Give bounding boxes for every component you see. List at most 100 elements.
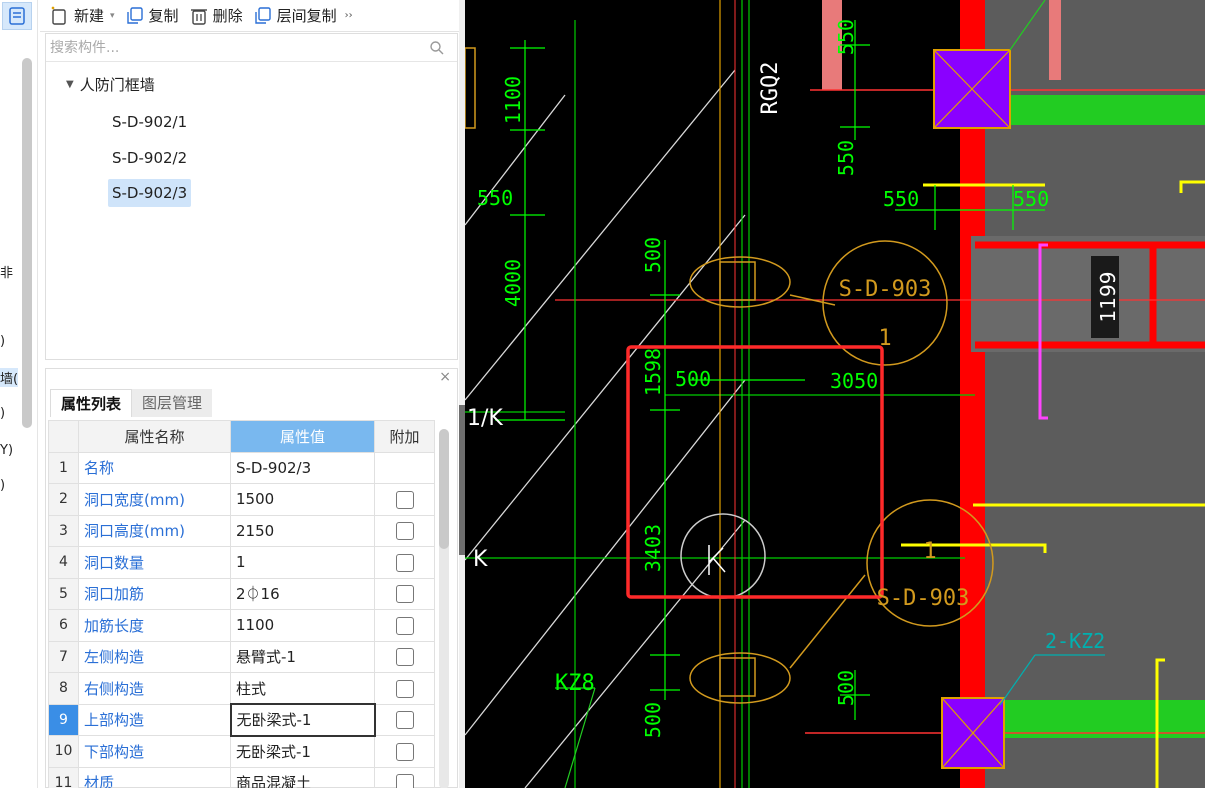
property-value[interactable]: 1500 bbox=[230, 483, 375, 516]
extra-checkbox[interactable] bbox=[395, 774, 414, 788]
property-value[interactable]: 2150 bbox=[230, 514, 375, 547]
property-value[interactable]: 悬臂式-1 bbox=[230, 640, 375, 673]
property-row[interactable]: 9 上部构造 无卧梁式-1 bbox=[48, 703, 435, 737]
nav-fragment-selected[interactable]: 墙( bbox=[0, 368, 19, 387]
delete-button-label: 删除 bbox=[212, 7, 243, 25]
tree-item[interactable]: S-D-902/1 bbox=[108, 108, 191, 136]
property-value[interactable]: 1100 bbox=[230, 609, 375, 642]
chevron-down-icon[interactable]: ▼ bbox=[66, 79, 74, 90]
dim-label: 500 bbox=[641, 702, 665, 738]
tree-item-selected[interactable]: S-D-902/3 bbox=[108, 179, 192, 207]
property-row[interactable]: 3 洞口高度(mm) 2150 bbox=[48, 514, 435, 547]
extra-cell bbox=[374, 483, 435, 516]
new-button-label: 新建 bbox=[74, 7, 105, 25]
new-button[interactable]: 新建 ▾ bbox=[50, 2, 115, 30]
extra-checkbox[interactable] bbox=[395, 742, 414, 761]
nav-fragment[interactable]: 非 bbox=[0, 262, 13, 281]
tree-item[interactable]: S-D-902/2 bbox=[108, 144, 191, 172]
floor-copy-button-label: 层间复制 bbox=[276, 7, 337, 25]
axis-bubble bbox=[680, 513, 766, 599]
property-value[interactable]: 1 bbox=[230, 546, 375, 579]
new-doc-icon bbox=[51, 6, 66, 25]
extra-cell bbox=[374, 609, 435, 642]
property-row[interactable]: 5 洞口加筋 2⏀16 bbox=[48, 577, 435, 610]
close-icon[interactable]: × bbox=[439, 369, 451, 385]
property-row[interactable]: 1 名称 S-D-902/3 bbox=[48, 451, 435, 484]
row-number-header bbox=[48, 420, 79, 453]
scrollbar-thumb[interactable] bbox=[439, 429, 449, 549]
dropdown-caret-icon[interactable]: ▾ bbox=[110, 11, 115, 21]
property-panel: × 属性列表 图层管理 属性名称 属性值 附加 1 名称 S-D-902/3 2 洞口宽… bbox=[45, 368, 458, 788]
property-value[interactable]: S-D-902/3 bbox=[230, 451, 375, 484]
property-tabs: 属性列表 图层管理 bbox=[50, 389, 213, 417]
tab-property-list[interactable]: 属性列表 bbox=[50, 389, 133, 417]
tab-layer-management[interactable]: 图层管理 bbox=[132, 389, 213, 417]
pink-wall bbox=[1049, 0, 1061, 80]
extra-cell bbox=[374, 451, 435, 484]
component-tree-panel: ▼ 人防门框墙 S-D-902/1 S-D-902/2 S-D-902/3 bbox=[45, 33, 458, 360]
search-input[interactable] bbox=[46, 34, 457, 61]
search-bar bbox=[46, 34, 457, 62]
cad-canvas[interactable]: 1199 1100 550 4000 500 1598 500 3050 340… bbox=[465, 0, 1205, 788]
property-table: 属性名称 属性值 附加 1 名称 S-D-902/3 2 洞口宽度(mm) 1500 3 洞口… bbox=[48, 420, 435, 788]
nav-fragment[interactable]: ) bbox=[0, 334, 5, 349]
dim-label: 550 bbox=[834, 19, 858, 55]
extra-checkbox[interactable] bbox=[395, 711, 414, 729]
list-view-button[interactable] bbox=[2, 2, 32, 30]
door-label: S-D-903 bbox=[839, 277, 932, 302]
copy-icon bbox=[126, 6, 143, 24]
extra-checkbox[interactable] bbox=[395, 679, 414, 698]
door-labels: S-D-903 1 1 S-D-903 bbox=[839, 277, 970, 611]
dim-label: 550 bbox=[834, 140, 858, 176]
dim-label: 500 bbox=[675, 367, 711, 391]
tag-1199: 1199 bbox=[1096, 272, 1120, 323]
green-beam bbox=[995, 95, 1205, 125]
tree-node-door-frame-wall[interactable]: ▼ 人防门框墙 bbox=[66, 74, 155, 95]
floor-copy-button[interactable]: 层间复制 bbox=[253, 2, 337, 30]
property-name: 洞口数量 bbox=[78, 546, 231, 579]
nav-fragment[interactable]: ) bbox=[0, 406, 5, 421]
property-name: 上部构造 bbox=[78, 703, 231, 736]
search-icon[interactable] bbox=[429, 40, 445, 56]
property-row[interactable]: 4 洞口数量 1 bbox=[48, 546, 435, 579]
component-toolbar: 新建 ▾ 复制 删除 层间复制 ›› bbox=[40, 0, 460, 32]
property-row[interactable]: 8 右侧构造 柱式 bbox=[48, 672, 435, 705]
property-row[interactable]: 7 左侧构造 悬臂式-1 bbox=[48, 640, 435, 673]
copy-button[interactable]: 复制 bbox=[125, 2, 179, 30]
extra-cell bbox=[374, 766, 435, 788]
property-row[interactable]: 6 加筋长度 1100 bbox=[48, 609, 435, 642]
property-name: 名称 bbox=[78, 451, 231, 484]
list-icon bbox=[9, 7, 25, 25]
cad-drawing[interactable]: 1199 1100 550 4000 500 1598 500 3050 340… bbox=[465, 0, 1205, 788]
left-strip-scrollbar[interactable] bbox=[22, 58, 32, 428]
extra-checkbox[interactable] bbox=[395, 616, 414, 635]
extra-cell bbox=[374, 703, 435, 736]
property-name: 材质 bbox=[78, 766, 231, 788]
nav-fragment[interactable]: Y) bbox=[0, 443, 13, 458]
property-value[interactable]: 2⏀16 bbox=[230, 577, 375, 610]
column-label-kz2: 2-KZ2 bbox=[1045, 629, 1105, 653]
dim-label: 3403 bbox=[641, 524, 665, 572]
property-name: 洞口宽度(mm) bbox=[78, 483, 231, 516]
extra-checkbox[interactable] bbox=[395, 522, 414, 540]
property-value[interactable]: 无卧梁式-1 bbox=[229, 703, 376, 737]
nav-fragment[interactable]: ) bbox=[0, 478, 5, 493]
property-row[interactable]: 11 材质 商品混凝土 bbox=[48, 766, 435, 788]
toolbar-overflow-button[interactable]: ›› bbox=[345, 10, 353, 21]
dim-label: 4000 bbox=[501, 259, 525, 307]
extra-cell bbox=[374, 546, 435, 579]
delete-button[interactable]: 删除 bbox=[189, 2, 243, 30]
property-name: 左侧构造 bbox=[78, 640, 231, 673]
property-value[interactable]: 柱式 bbox=[230, 672, 375, 705]
extra-checkbox[interactable] bbox=[395, 490, 414, 509]
property-value[interactable]: 无卧梁式-1 bbox=[230, 735, 375, 768]
purple-column bbox=[941, 697, 1005, 769]
property-row[interactable]: 10 下部构造 无卧梁式-1 bbox=[48, 735, 435, 768]
property-value[interactable]: 商品混凝土 bbox=[230, 766, 375, 788]
extra-checkbox[interactable] bbox=[395, 585, 414, 603]
property-row[interactable]: 2 洞口宽度(mm) 1500 bbox=[48, 483, 435, 516]
property-scrollbar[interactable] bbox=[439, 429, 449, 788]
extra-checkbox[interactable] bbox=[395, 648, 414, 666]
extra-checkbox[interactable] bbox=[395, 553, 414, 572]
dim-label: 1598 bbox=[641, 348, 665, 396]
